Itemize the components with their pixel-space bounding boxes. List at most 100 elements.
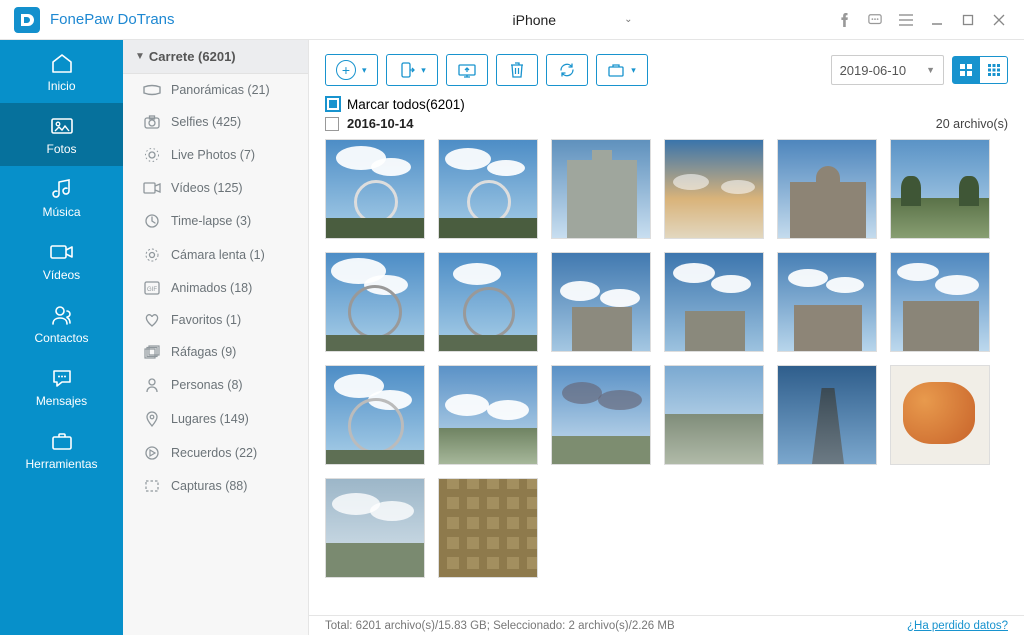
photo-grid: [309, 131, 1024, 615]
svg-text:GIF: GIF: [147, 287, 157, 293]
video-small-icon: [143, 182, 161, 194]
maximize-icon[interactable]: [961, 13, 975, 27]
refresh-icon: [557, 62, 577, 78]
select-all-label: Marcar todos(6201): [347, 97, 465, 112]
lost-data-link[interactable]: ¿Ha perdido datos?: [907, 620, 1008, 632]
sidebar: Inicio Fotos Música Vídeos Contactos Men…: [0, 40, 123, 635]
album-timelapse[interactable]: Time-lapse (3): [123, 204, 308, 238]
photo-thumbnail[interactable]: [438, 478, 538, 578]
sidebar-item-inicio[interactable]: Inicio: [0, 40, 123, 103]
select-all-checkbox[interactable]: [325, 96, 341, 112]
photo-thumbnail[interactable]: [777, 365, 877, 465]
album-selfies[interactable]: Selfies (425): [123, 106, 308, 138]
selfie-icon: [143, 115, 161, 129]
caret-down-icon: ▼: [135, 51, 145, 62]
section-date: 2016-10-14: [347, 116, 414, 131]
photos-icon: [49, 114, 75, 138]
photo-thumbnail[interactable]: [551, 365, 651, 465]
section-count: 20 archivo(s): [936, 117, 1008, 131]
view-toggle: [952, 56, 1008, 84]
album-slomo[interactable]: Cámara lenta (1): [123, 238, 308, 272]
photo-thumbnail[interactable]: [890, 252, 990, 352]
title-bar: FonePaw DoTrans iPhone ⌄: [0, 0, 1024, 40]
device-name: iPhone: [513, 12, 557, 28]
section-checkbox[interactable]: [325, 117, 339, 131]
photo-thumbnail[interactable]: [664, 252, 764, 352]
chevron-down-icon: ⌄: [624, 14, 632, 25]
album-header[interactable]: ▼ Carrete (6201): [123, 40, 308, 74]
album-panoramicas[interactable]: Panorámicas (21): [123, 74, 308, 106]
add-button[interactable]: +▾: [325, 54, 378, 86]
photo-thumbnail[interactable]: [664, 139, 764, 239]
export-phone-button[interactable]: ▾: [386, 54, 438, 86]
app-title: FonePaw DoTrans: [50, 11, 175, 28]
album-livephotos[interactable]: Live Photos (7): [123, 138, 308, 172]
title-bar-left: FonePaw DoTrans: [0, 7, 300, 33]
album-personas[interactable]: Personas (8): [123, 368, 308, 402]
album-lugares[interactable]: Lugares (149): [123, 402, 308, 436]
album-videos[interactable]: Vídeos (125): [123, 172, 308, 204]
slomo-icon: [143, 247, 161, 263]
album-recuerdos[interactable]: Recuerdos (22): [123, 436, 308, 470]
export-pc-button[interactable]: [446, 54, 488, 86]
sidebar-item-mensajes[interactable]: Mensajes: [0, 355, 123, 418]
sidebar-item-contactos[interactable]: Contactos: [0, 292, 123, 355]
chevron-down-icon: ▾: [421, 65, 426, 76]
grid-small-view[interactable]: [980, 56, 1008, 84]
screenshot-icon: [143, 479, 161, 493]
photo-thumbnail[interactable]: [325, 252, 425, 352]
memories-icon: [143, 445, 161, 461]
status-bar: Total: 6201 archivo(s)/15.83 GB; Selecci…: [309, 615, 1024, 635]
device-selector[interactable]: iPhone ⌄: [300, 12, 837, 28]
caret-down-icon: ▼: [926, 65, 935, 75]
timelapse-icon: [143, 213, 161, 229]
menu-icon[interactable]: [899, 13, 913, 27]
photo-thumbnail[interactable]: [438, 139, 538, 239]
album-animados[interactable]: GIFAnimados (18): [123, 272, 308, 304]
date-section-header[interactable]: 2016-10-14 20 archivo(s): [309, 116, 1024, 131]
photo-thumbnail[interactable]: [777, 252, 877, 352]
phone-export-icon: [397, 61, 415, 79]
sidebar-item-fotos[interactable]: Fotos: [0, 103, 123, 166]
album-favoritos[interactable]: Favoritos (1): [123, 304, 308, 336]
content-area: +▾ ▾ ▾ 2019-06-10▼ Marcar todos(6201) 20…: [309, 40, 1024, 635]
person-icon: [143, 377, 161, 393]
delete-button[interactable]: [496, 54, 538, 86]
album-column: ▼ Carrete (6201) Panorámicas (21) Selfie…: [123, 40, 309, 635]
album-capturas[interactable]: Capturas (88): [123, 470, 308, 502]
select-all-row[interactable]: Marcar todos(6201): [309, 96, 1024, 116]
grid-large-view[interactable]: [952, 56, 980, 84]
plus-icon: +: [336, 60, 356, 80]
photo-thumbnail[interactable]: [438, 365, 538, 465]
photo-thumbnail[interactable]: [890, 139, 990, 239]
photo-thumbnail[interactable]: [325, 139, 425, 239]
sidebar-item-herramientas[interactable]: Herramientas: [0, 418, 123, 481]
trash-icon: [509, 61, 525, 79]
refresh-button[interactable]: [546, 54, 588, 86]
photo-thumbnail[interactable]: [551, 139, 651, 239]
minimize-icon[interactable]: [930, 13, 944, 27]
album-list: Panorámicas (21) Selfies (425) Live Phot…: [123, 74, 308, 635]
chevron-down-icon: ▾: [362, 65, 367, 76]
photo-thumbnail[interactable]: [325, 365, 425, 465]
photo-thumbnail[interactable]: [325, 478, 425, 578]
status-text: Total: 6201 archivo(s)/15.83 GB; Selecci…: [325, 620, 675, 632]
facebook-icon[interactable]: [837, 13, 851, 27]
photo-thumbnail[interactable]: [551, 252, 651, 352]
pc-export-icon: [457, 62, 477, 78]
more-tools-button[interactable]: ▾: [596, 54, 648, 86]
messages-icon: [50, 366, 74, 390]
sidebar-item-musica[interactable]: Música: [0, 166, 123, 229]
pin-icon: [143, 411, 161, 427]
photo-thumbnail[interactable]: [664, 365, 764, 465]
briefcase-icon: [607, 62, 625, 78]
photo-thumbnail[interactable]: [777, 139, 877, 239]
photo-thumbnail[interactable]: [890, 365, 990, 465]
album-rafagas[interactable]: Ráfagas (9): [123, 336, 308, 368]
window-controls: [837, 13, 1024, 27]
photo-thumbnail[interactable]: [438, 252, 538, 352]
close-icon[interactable]: [992, 13, 1006, 27]
date-filter[interactable]: 2019-06-10▼: [831, 55, 944, 85]
sidebar-item-videos[interactable]: Vídeos: [0, 229, 123, 292]
feedback-icon[interactable]: [868, 13, 882, 27]
